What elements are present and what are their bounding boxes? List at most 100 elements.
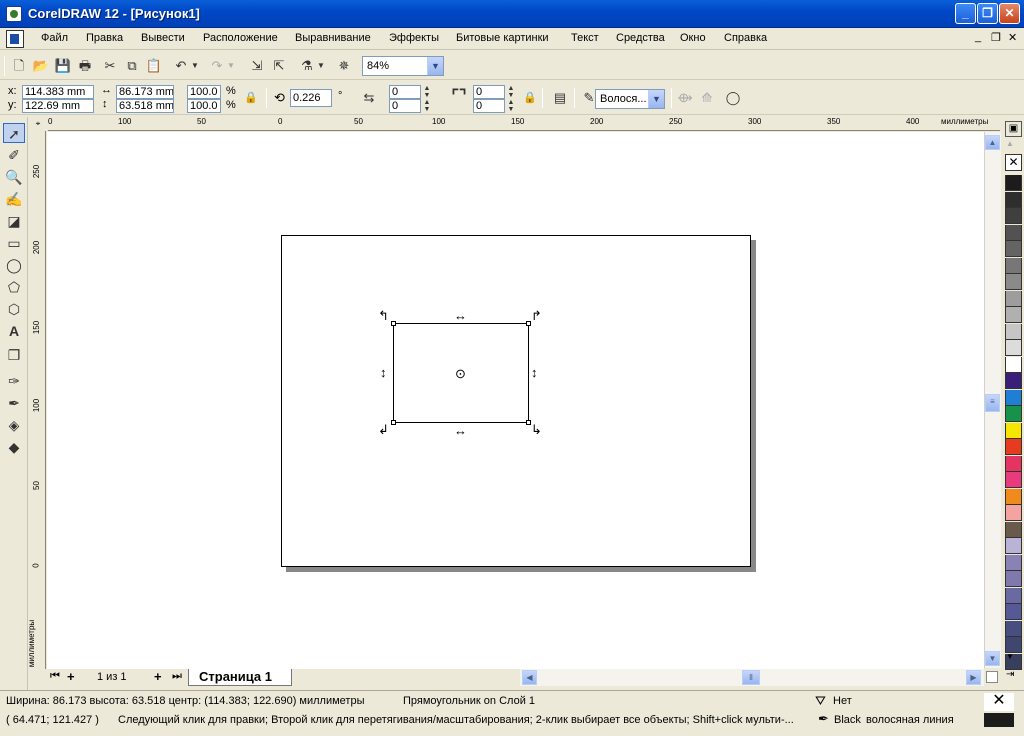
app-launcher-dropdown-icon[interactable]: ▼ (316, 57, 326, 75)
zoom-tool-icon[interactable]: 🔍 (3, 167, 25, 187)
eyedropper-tool-icon[interactable]: ✑ (3, 371, 25, 391)
menu-help[interactable]: Справка (724, 32, 767, 44)
polygon-tool-icon[interactable]: ⬠ (3, 277, 25, 297)
color-swatch[interactable] (1005, 488, 1022, 505)
skew-handle-icon[interactable]: ↔ (454, 309, 467, 322)
color-swatch[interactable] (1005, 175, 1022, 191)
color-swatch[interactable] (1005, 521, 1022, 538)
paste-icon[interactable]: 📋 (145, 57, 163, 75)
import-icon[interactable]: ⇲ (248, 57, 266, 75)
color-swatch[interactable] (1005, 274, 1022, 290)
open-icon[interactable]: 📂 (32, 57, 50, 75)
page-tab-1[interactable]: Страница 1 (188, 669, 292, 686)
scroll-right-icon[interactable]: ▶ (966, 670, 981, 685)
menu-bitmaps[interactable]: Битовые картинки (456, 32, 549, 44)
corel-online-icon[interactable]: ✵ (335, 57, 353, 75)
corner-bottom-right-field[interactable]: 0 (473, 99, 505, 113)
text-tool-icon[interactable]: A (3, 321, 25, 341)
color-swatch[interactable] (1005, 241, 1022, 257)
cut-icon[interactable]: ✂ (101, 57, 119, 75)
hscroll-thumb[interactable]: ⦀ (742, 670, 760, 685)
first-page-icon[interactable]: ⏮ (50, 670, 60, 683)
color-swatch[interactable] (1005, 224, 1022, 241)
color-swatch[interactable] (1005, 323, 1022, 340)
scroll-up-icon[interactable]: ▲ (985, 135, 1000, 150)
color-swatch[interactable] (1005, 356, 1022, 373)
color-swatch[interactable] (1005, 406, 1022, 422)
doc-close-icon[interactable]: ✕ (1008, 31, 1017, 44)
wrap-text-icon[interactable]: ▤ (551, 89, 569, 107)
ruler-origin-icon[interactable]: ⌖ (28, 117, 48, 131)
height-field[interactable]: 63.518 mm (116, 99, 174, 113)
menu-effects[interactable]: Эффекты (389, 32, 439, 44)
color-swatch[interactable] (1005, 571, 1022, 587)
doc-restore-icon[interactable]: ❐ (991, 31, 1001, 44)
minimize-button[interactable]: _ (955, 3, 976, 24)
rectangle-tool-icon[interactable]: ▭ (3, 233, 25, 253)
save-icon[interactable]: 💾 (54, 57, 72, 75)
fill-tool-icon[interactable]: ◈ (3, 415, 25, 435)
selection-handle[interactable] (391, 321, 396, 326)
spinner-icon-2[interactable]: ▲ ▼ (422, 99, 432, 113)
color-swatch[interactable] (1005, 389, 1022, 406)
rotate-handle-icon[interactable]: ↲ (378, 423, 389, 436)
selection-handle[interactable] (391, 420, 396, 425)
palette-end-icon[interactable]: ⇥ (1006, 669, 1014, 680)
break-apart-icon[interactable]: ⟰ (698, 89, 716, 107)
color-swatch[interactable] (1005, 620, 1022, 637)
maximize-button[interactable]: ❐ (977, 3, 998, 24)
skew-handle-icon[interactable]: ↕ (380, 366, 387, 379)
palette-options-icon[interactable]: ▣ (1005, 121, 1022, 137)
width-field[interactable]: 86.173 mm (116, 85, 174, 99)
scale-width-field[interactable]: 100.0 (187, 85, 221, 99)
wrap-outline-icon[interactable]: ◯ (724, 89, 742, 107)
color-swatch[interactable] (1005, 439, 1022, 455)
menu-arrange[interactable]: Выравнивание (295, 32, 371, 44)
shape-tool-icon[interactable]: ✐ (3, 145, 25, 165)
color-swatch[interactable] (1005, 505, 1022, 521)
undo-icon[interactable]: ↶ (172, 57, 190, 75)
lock-ratio-icon[interactable]: 🔒 (242, 89, 260, 107)
vertical-scrollbar[interactable]: ▲ ≡ ▼ (984, 132, 1001, 668)
outline-tool-icon[interactable]: ✒ (3, 393, 25, 413)
palette-scroll-up-icon[interactable]: ▲ (1006, 139, 1014, 148)
menu-file[interactable]: Файл (41, 32, 68, 44)
vertical-ruler[interactable]: 250 200 150 100 50 0 миллиметры (27, 131, 46, 669)
color-swatch[interactable] (1005, 637, 1022, 653)
color-swatch[interactable] (1005, 307, 1022, 323)
spinner-icon-3[interactable]: ▲ ▼ (506, 85, 516, 99)
color-swatch[interactable] (1005, 472, 1022, 488)
document-icon[interactable] (6, 30, 24, 48)
y-position-field[interactable]: 122.69 mm (22, 99, 94, 113)
new-icon[interactable]: 🗋 (10, 57, 28, 75)
export-icon[interactable]: ⇱ (270, 57, 288, 75)
color-swatch[interactable] (1005, 290, 1022, 307)
smart-fill-tool-icon[interactable]: ◪ (3, 211, 25, 231)
rotate-handle-icon[interactable]: ↰ (378, 309, 389, 322)
interactive-fill-tool-icon[interactable]: ◆ (3, 437, 25, 457)
menu-window[interactable]: Окно (680, 32, 706, 44)
pick-tool-icon[interactable]: ➚ (3, 123, 25, 143)
menu-text[interactable]: Текст (571, 32, 599, 44)
horizontal-scrollbar[interactable]: ◀ ⦀ ▶ (520, 669, 984, 686)
palette-scroll-down-icon[interactable]: ▼ (1006, 652, 1014, 661)
corner-bottom-left-field[interactable]: 0 (389, 99, 421, 113)
rotate-handle-icon[interactable]: ↳ (531, 423, 542, 436)
app-icon[interactable] (6, 6, 22, 22)
add-page-before-icon[interactable]: + (67, 669, 75, 684)
last-page-icon[interactable]: ⏭ (172, 670, 182, 683)
freehand-tool-icon[interactable]: ✍ (3, 189, 25, 209)
scroll-left-icon[interactable]: ◀ (522, 670, 537, 685)
color-swatch[interactable] (1005, 455, 1022, 472)
scroll-down-icon[interactable]: ▼ (985, 651, 1000, 666)
rotation-center-icon[interactable]: ⊙ (455, 367, 466, 380)
color-swatch[interactable] (1005, 604, 1022, 620)
color-swatch[interactable] (1005, 554, 1022, 571)
color-swatch[interactable] (1005, 587, 1022, 604)
horizontal-ruler[interactable]: 0 100 50 0 50 100 150 200 250 300 350 40… (48, 117, 1000, 131)
color-swatch[interactable] (1005, 340, 1022, 356)
menu-edit[interactable]: Правка (86, 32, 123, 44)
skew-handle-icon[interactable]: ↕ (531, 366, 538, 379)
round-corners-lock-icon[interactable]: 🔒 (521, 89, 539, 107)
close-button[interactable]: ✕ (999, 3, 1020, 24)
